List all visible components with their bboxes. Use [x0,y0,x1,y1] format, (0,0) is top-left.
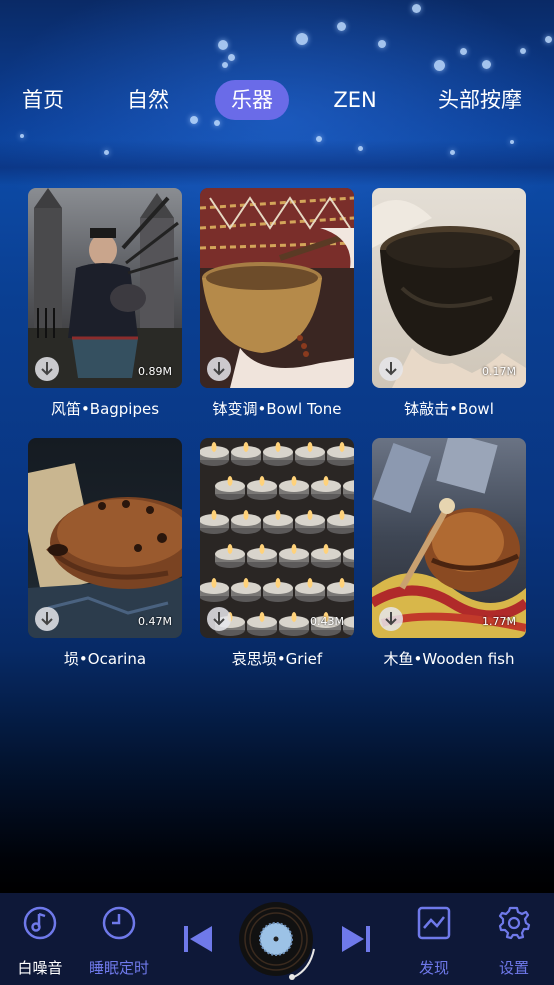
thumbnail-grief: 0.43M [200,438,354,638]
previous-icon [184,926,212,952]
sound-title: 木鱼•Wooden fish [383,650,515,668]
sound-title: 风笛•Bagpipes [50,400,160,418]
file-size: 1.77M [482,615,516,628]
next-icon [342,926,370,952]
thumbnail-bowl-tone [200,188,354,388]
next-button[interactable] [334,893,378,985]
nav-white-noise[interactable]: 白噪音 [4,893,76,985]
nav-discover[interactable]: 发现 [404,893,464,985]
sound-title: 钵敲击•Bowl [404,400,494,418]
download-icon[interactable] [207,607,231,631]
tab-instruments[interactable]: 乐器 [215,80,289,120]
tab-home[interactable]: 首页 [14,78,72,122]
tab-head-massage[interactable]: 头部按摩 [430,78,530,122]
download-icon[interactable] [379,607,403,631]
sound-card-bagpipes[interactable]: 0.89M 风笛•Bagpipes [28,188,182,419]
previous-button[interactable] [176,893,220,985]
sound-title: 埙•Ocarina [63,650,147,668]
nav-label: 白噪音 [17,959,63,977]
nav-label: 设置 [498,959,529,977]
download-icon[interactable] [35,607,59,631]
water-surface [0,140,554,186]
nav-sleep-timer[interactable]: 睡眠定时 [82,893,156,985]
tab-zen[interactable]: ZEN [324,78,386,122]
sound-card-grief[interactable]: 0.43M 哀思埙•Grief [200,438,354,669]
sound-card-bowl[interactable]: 0.17M 钵敲击•Bowl [372,188,526,419]
nav-settings[interactable]: 设置 [484,893,544,985]
nav-label: 发现 [418,959,449,977]
download-icon[interactable] [207,357,231,381]
music-note-icon [23,906,57,940]
sound-title: 钵变调•Bowl Tone [212,400,342,418]
thumbnail-bowl: 0.17M [372,188,526,388]
clock-icon [102,906,136,940]
bottom-player-bar: 白噪音 睡眠定时 发现 设置 [0,893,554,985]
category-tabs: 首页 自然 乐器 ZEN 头部按摩 [0,78,554,124]
tab-nature[interactable]: 自然 [118,78,178,122]
file-size: 0.89M [138,365,172,378]
sound-card-wooden-fish[interactable]: 1.77M 木鱼•Wooden fish [372,438,526,669]
file-size: 0.17M [482,365,516,378]
download-icon[interactable] [379,357,403,381]
sound-title: 哀思埙•Grief [231,650,323,668]
sound-card-bowl-tone[interactable]: 钵变调•Bowl Tone [200,188,354,419]
thumbnail-wooden-fish: 1.77M [372,438,526,638]
download-icon[interactable] [35,357,59,381]
vinyl-record-icon [239,902,315,980]
thumbnail-ocarina: 0.47M [28,438,182,638]
file-size: 0.43M [310,615,344,628]
chart-icon [417,906,451,940]
sound-card-ocarina[interactable]: 0.47M 埙•Ocarina [28,438,182,669]
now-playing-disc[interactable] [236,893,318,985]
file-size: 0.47M [138,615,172,628]
gear-icon [498,906,531,940]
nav-label: 睡眠定时 [88,959,149,977]
thumbnail-bagpipes: 0.89M [28,188,182,388]
